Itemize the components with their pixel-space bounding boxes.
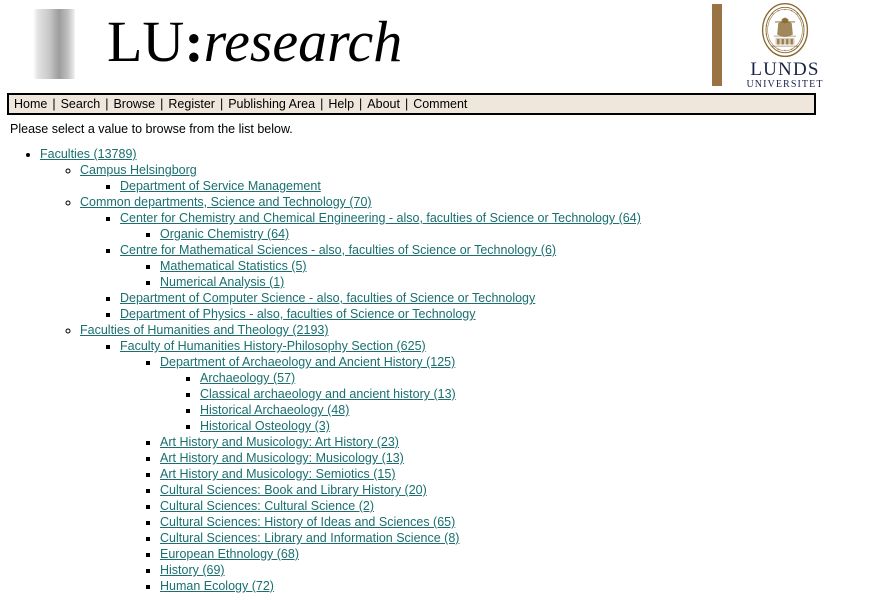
tree-sublist: Department of Archaeology and Ancient Hi… [120,354,869,594]
tree-item-link[interactable]: Cultural Sciences: Library and Informati… [160,531,459,545]
tree-item-link[interactable]: Historical Osteology (3) [200,419,330,433]
tree-item: Centre for Mathematical Sciences - also,… [120,242,869,290]
tree-item-link[interactable]: Cultural Sciences: Cultural Science (2) [160,499,374,513]
tree-item-link[interactable]: Cultural Sciences: Book and Library Hist… [160,483,427,497]
nav-separator: | [160,97,164,111]
tree-item-link[interactable]: Centre for Mathematical Sciences - also,… [120,243,556,257]
tree-item-link[interactable]: Mathematical Statistics (5) [160,259,307,273]
tree-sublist: Archaeology (57) Classical archaeology an… [160,370,869,434]
nav-separator: | [52,97,56,111]
tree-item-link[interactable]: Faculties (13789) [40,147,137,161]
tree-item-link[interactable]: History (69) [160,563,225,577]
tree-sublist: Organic Chemistry (64) [120,226,869,242]
main-navigation-bar: Home | Search | Browse | Register | Publishing A… [7,93,816,115]
tree-item-link[interactable]: Historical Archaeology (48) [200,403,349,417]
tree-sublist: Center for Chemistry and Chemical Engine… [80,210,869,322]
tree-item: Historical Osteology (3) [200,418,869,434]
nav-separator: | [219,97,224,111]
tree-item-link[interactable]: Cultural Sciences: History of Ideas and … [160,515,455,529]
tree-item: Common departments, Science and Technolo… [80,194,869,322]
nav-item-register[interactable]: Register [168,97,215,111]
site-wordmark: LU:research [107,6,402,78]
tree-item-link[interactable]: Campus Helsingborg [80,163,197,177]
tree-item: Faculties (13789) Campus Helsingborg Depar… [40,146,869,594]
tree-item: Department of Service Management [120,178,869,194]
tree-item: Department of Archaeology and Ancient Hi… [160,354,869,434]
tree-item-link[interactable]: Organic Chemistry (64) [160,227,289,241]
logo-gradient-block [33,9,75,79]
lund-university-seal-icon [761,2,809,58]
tree-item-link[interactable]: Art History and Musicology: Semiotics (1… [160,467,396,481]
browse-instruction-text: Please select a value to browse from the… [10,122,293,136]
tree-item: Historical Archaeology (48) [200,402,869,418]
university-name-line2: UNIVERSITET [746,79,824,90]
tree-item-link[interactable]: Center for Chemistry and Chemical Engine… [120,211,641,225]
tree-sublist: Mathematical Statistics (5) Numerical Ana… [120,258,869,290]
tree-item-link[interactable]: Archaeology (57) [200,371,295,385]
nav-separator: | [359,97,363,111]
tree-item-link[interactable]: Department of Physics - also, faculties … [120,307,476,321]
tree-item-link[interactable]: Numerical Analysis (1) [160,275,284,289]
tree-item: Classical archaeology and ancient histor… [200,386,869,402]
tree-item: Art History and Musicology: Semiotics (1… [160,466,869,482]
page-content: Please select a value to browse from the… [0,121,869,594]
tree-item: Department of Computer Science - also, f… [120,290,869,306]
tree-item: Numerical Analysis (1) [160,274,869,290]
tree-sublist: Faculty of Humanities History-Philosophy… [80,338,869,594]
tree-item: History (69) [160,562,869,578]
university-logo-block: LUNDS UNIVERSITET [729,2,841,91]
tree-item: Cultural Sciences: Library and Informati… [160,530,869,546]
nav-item-about[interactable]: About [367,97,400,111]
tree-item: Archaeology (57) [200,370,869,386]
tree-sublist: Campus Helsingborg Department of Service … [40,162,869,594]
tree-item-link[interactable]: Human Ecology (72) [160,579,274,593]
tree-item: Human Ecology (72) [160,578,869,594]
nav-item-browse[interactable]: Browse [113,97,155,111]
brand-accent-bar [712,4,722,86]
wordmark-research: research [203,9,403,74]
tree-item: Cultural Sciences: Cultural Science (2) [160,498,869,514]
nav-separator: | [105,97,109,111]
tree-item: Center for Chemistry and Chemical Engine… [120,210,869,242]
tree-item-link[interactable]: Common departments, Science and Technolo… [80,195,372,209]
tree-sublist: Department of Service Management [80,178,869,194]
tree-item: Campus Helsingborg Department of Service … [80,162,869,194]
university-name-line1: LUNDS [750,59,820,80]
nav-item-help[interactable]: Help [328,97,354,111]
tree-item: Cultural Sciences: Book and Library Hist… [160,482,869,498]
page-header: LU:research LUNDS UNIVERSITET [0,0,869,92]
nav-item-home[interactable]: Home [14,97,47,111]
tree-item: Faculties of Humanities and Theology (21… [80,322,869,594]
tree-item-link[interactable]: Faculties of Humanities and Theology (21… [80,323,329,337]
tree-item: Organic Chemistry (64) [160,226,869,242]
tree-item: Department of Physics - also, faculties … [120,306,869,322]
nav-item-search[interactable]: Search [61,97,101,111]
tree-item: Faculty of Humanities History-Philosophy… [120,338,869,594]
tree-item: Art History and Musicology: Musicology (… [160,450,869,466]
tree-item-link[interactable]: European Ethnology (68) [160,547,299,561]
nav-separator: | [320,97,324,111]
tree-item: European Ethnology (68) [160,546,869,562]
wordmark-colon: : [184,9,204,74]
browse-tree-root: Faculties (13789) Campus Helsingborg Depar… [0,146,869,594]
tree-item: Mathematical Statistics (5) [160,258,869,274]
tree-item-link[interactable]: Department of Computer Science - also, f… [120,291,535,305]
tree-item-link[interactable]: Department of Archaeology and Ancient Hi… [160,355,455,369]
nav-item-publishing-area[interactable]: Publishing Area [228,97,315,111]
wordmark-lu: LU [107,9,185,74]
nav-item-comment[interactable]: Comment [413,97,467,111]
tree-item-link[interactable]: Faculty of Humanities History-Philosophy… [120,339,426,353]
tree-item-link[interactable]: Classical archaeology and ancient histor… [200,387,456,401]
tree-item: Cultural Sciences: History of Ideas and … [160,514,869,530]
tree-item-link[interactable]: Art History and Musicology: Musicology (… [160,451,404,465]
tree-item: Art History and Musicology: Art History … [160,434,869,450]
tree-item-link[interactable]: Department of Service Management [120,179,321,193]
nav-separator: | [404,97,409,111]
tree-item-link[interactable]: Art History and Musicology: Art History … [160,435,399,449]
